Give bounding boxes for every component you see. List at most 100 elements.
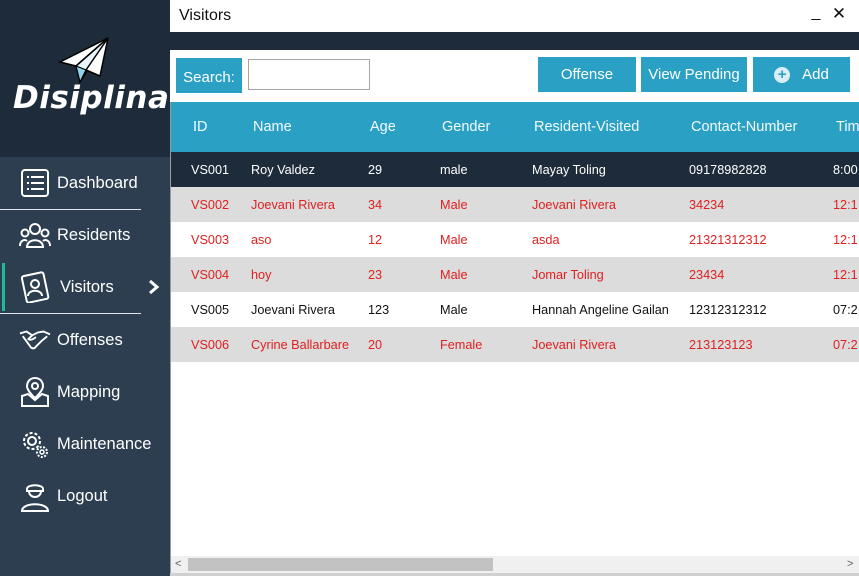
cell-contact: 213123123 [689,338,753,352]
cell-resident-visited: Joevani Rivera [532,198,616,212]
people-group-icon [19,219,51,251]
handshake-icon [19,324,51,356]
view-pending-button[interactable]: View Pending [641,57,747,92]
offense-button[interactable]: Offense [538,57,636,92]
cell-gender: Male [440,268,468,282]
sidebar-item-mapping[interactable]: Mapping [0,366,170,418]
cell-age: 29 [368,163,383,177]
cell-name: Joevani Rivera [251,198,335,212]
cell-gender: male [440,163,468,177]
sidebar-item-visitors[interactable]: Visitors [0,261,170,313]
table-row[interactable]: VS005 Joevani Rivera 123 Male Hannah Ang… [171,292,859,327]
sidebar-item-label: Visitors [60,277,114,296]
cell-age: 20 [368,338,383,352]
gears-icon [19,428,51,460]
table-row[interactable]: VS003 aso 12 Male asda 21321312312 12:1 [171,222,859,257]
scroll-right-arrow[interactable]: > [847,558,853,570]
table-row[interactable]: VS001 Roy Valdez 29 male Mayay Toling 09… [171,152,859,187]
map-pin-icon [19,376,51,408]
cell-resident-visited: asda [532,233,560,247]
cell-id: VS003 [191,233,230,247]
cell-time: 12:1 [833,268,858,282]
sidebar-item-logout[interactable]: Logout [0,470,170,522]
cell-gender: Male [440,198,468,212]
cell-id: VS005 [191,303,230,317]
sidebar-item-dashboard[interactable]: Dashboard [0,157,170,209]
column-header-gender[interactable]: Gender [442,119,490,135]
cell-contact: 12312312312 [689,303,767,317]
cell-time: 8:00 [833,163,858,177]
cell-time: 07:2 [833,338,858,352]
cell-contact: 34234 [689,198,725,212]
sidebar-item-residents[interactable]: Residents [0,209,170,261]
add-button[interactable]: + Add [753,57,850,92]
header-band [170,32,859,50]
cell-id: VS002 [191,198,230,212]
cell-age: 23 [368,268,383,282]
officer-icon [19,480,51,512]
logo: Disiplina [13,80,170,116]
cell-id: VS004 [191,268,230,282]
cell-time: 12:1 [833,233,858,247]
id-card-icon [19,271,51,303]
cell-time: 12:1 [833,198,858,212]
search-input[interactable] [248,59,370,90]
table-header: ID Name Age Gender Resident-Visited Cont… [171,102,859,152]
cell-resident-visited: Jomar Toling [532,268,604,282]
cell-name: Joevani Rivera [251,303,335,317]
scroll-left-arrow[interactable]: < [175,558,181,570]
column-header-resident-visited[interactable]: Resident-Visited [534,119,639,135]
cell-age: 123 [368,303,390,317]
cell-name: aso [251,233,272,247]
cell-time: 07:2 [833,303,858,317]
cell-gender: Male [440,303,468,317]
cell-age: 34 [368,198,383,212]
close-button[interactable]: ✕ [830,4,848,26]
column-header-id[interactable]: ID [193,119,208,135]
cell-contact: 09178982828 [689,163,767,177]
sidebar-item-maintenance[interactable]: Maintenance [0,418,170,470]
sidebar-item-label: Dashboard [57,173,138,192]
table-row[interactable]: VS004 hoy 23 Male Jomar Toling 23434 12:… [171,257,859,292]
visitors-window: Visitors _ ✕ Search: Offense View Pendin… [170,0,859,576]
column-header-contact-number[interactable]: Contact-Number [691,119,797,135]
cell-id: VS006 [191,338,230,352]
title-bar: Visitors _ ✕ [170,0,859,32]
window-title: Visitors [179,7,232,24]
table-row[interactable]: VS002 Joevani Rivera 34 Male Joevani Riv… [171,187,859,222]
sidebar-item-label: Offenses [57,330,123,349]
cell-age: 12 [368,233,383,247]
sidebar-item-label: Residents [57,225,131,244]
toolbar: Search: Offense View Pending + Add [170,50,859,102]
sidebar-item-label: Mapping [57,382,121,401]
cell-resident-visited: Mayay Toling [532,163,606,177]
sidebar: Disiplina Dashboard Residents Visitors O… [0,0,170,576]
cell-resident-visited: Hannah Angeline Gailan [532,303,669,317]
visitors-table: ID Name Age Gender Resident-Visited Cont… [170,102,859,556]
dashboard-list-icon [19,167,51,199]
minimize-button[interactable]: _ [808,4,824,26]
horizontal-scrollbar[interactable]: < > [170,556,859,573]
cell-contact: 23434 [689,268,725,282]
add-button-label: Add [802,66,829,83]
logo-area: Disiplina [0,0,170,157]
chevron-right-icon [149,279,160,295]
cell-name: hoy [251,268,272,282]
table-row[interactable]: VS006 Cyrine Ballarbare 20 Female Joevan… [171,327,859,362]
search-label: Search: [176,58,242,93]
cell-gender: Female [440,338,483,352]
sidebar-item-offenses[interactable]: Offenses [0,314,170,366]
cell-contact: 21321312312 [689,233,767,247]
cell-resident-visited: Joevani Rivera [532,338,616,352]
scrollbar-thumb[interactable] [188,558,493,571]
cell-gender: Male [440,233,468,247]
plus-circle-icon: + [774,66,791,83]
column-header-time[interactable]: Tim [836,119,859,135]
sidebar-item-label: Maintenance [57,434,152,453]
column-header-age[interactable]: Age [370,119,396,135]
cell-id: VS001 [191,163,230,177]
sidebar-item-label: Logout [57,486,108,505]
column-header-name[interactable]: Name [253,119,292,135]
cell-name: Cyrine Ballarbare [251,338,350,352]
cell-name: Roy Valdez [251,163,315,177]
